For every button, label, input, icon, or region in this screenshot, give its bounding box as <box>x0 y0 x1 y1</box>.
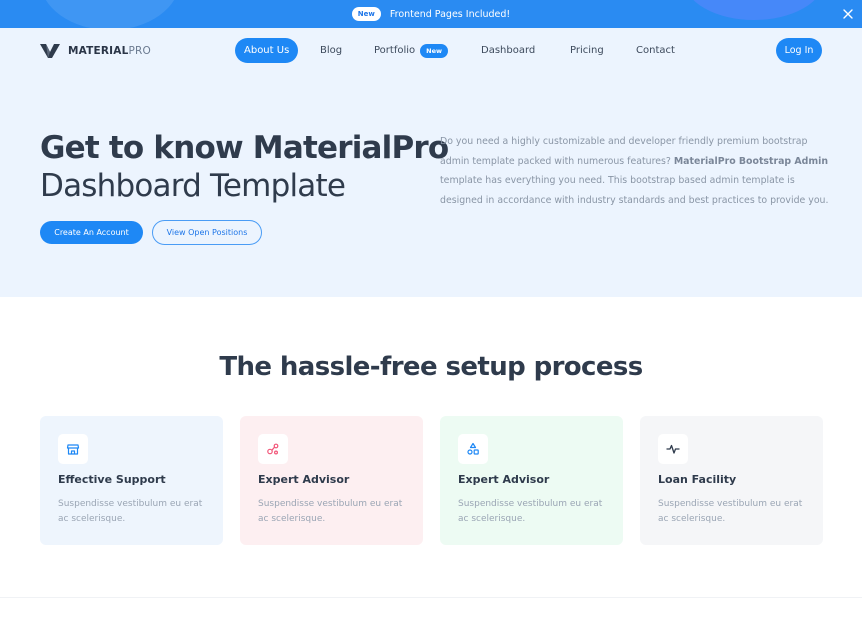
nav-item-about-us[interactable]: About Us <box>235 38 299 63</box>
login-button[interactable]: Log In <box>776 38 822 63</box>
feature-card-expert-advisor-2[interactable]: Expert Advisor Suspendisse vestibulum eu… <box>440 416 623 545</box>
card-title: Expert Advisor <box>258 473 350 486</box>
nav-item-pricing[interactable]: Pricing <box>570 38 604 63</box>
nav-item-dashboard[interactable]: Dashboard <box>481 38 535 63</box>
card-title: Loan Facility <box>658 473 737 486</box>
feature-card-expert-advisor[interactable]: Expert Advisor Suspendisse vestibulum eu… <box>240 416 423 545</box>
card-description: Suspendisse vestibulum eu erat ac sceler… <box>58 499 203 524</box>
shapes-icon <box>467 442 479 455</box>
store-icon <box>66 444 80 455</box>
hero-headline: Get to know MaterialPro <box>40 130 449 166</box>
section-divider <box>0 597 862 598</box>
announcement-message[interactable]: Frontend Pages Included! <box>390 9 510 20</box>
feature-card-effective-support[interactable]: Effective Support Suspendisse vestibulum… <box>40 416 223 545</box>
nav-item-blog[interactable]: Blog <box>320 38 342 63</box>
brand-name: MATERIALPRO <box>68 45 152 57</box>
activity-icon <box>666 444 680 454</box>
card-description: Suspendisse vestibulum eu erat ac sceler… <box>658 499 803 524</box>
brand-logo[interactable]: MATERIALPRO <box>40 43 151 59</box>
card-icon-box <box>458 434 488 464</box>
portfolio-new-badge: New <box>420 43 448 58</box>
card-title: Effective Support <box>58 473 166 486</box>
section-title: The hassle-free setup process <box>219 352 643 382</box>
close-icon[interactable] <box>842 8 854 20</box>
share-nodes-icon <box>267 443 279 455</box>
hero-subheadline: Dashboard Template <box>40 168 346 204</box>
card-description: Suspendisse vestibulum eu erat ac sceler… <box>458 499 603 524</box>
feature-card-loan-facility[interactable]: Loan Facility Suspendisse vestibulum eu … <box>640 416 823 545</box>
nav-item-contact[interactable]: Contact <box>636 38 675 63</box>
card-icon-box <box>658 434 688 464</box>
view-open-positions-button[interactable]: View Open Positions <box>152 220 262 245</box>
create-account-button[interactable]: Create An Account <box>40 221 143 244</box>
new-badge: New <box>351 7 381 21</box>
announcement-bar: New Frontend Pages Included! <box>0 0 862 28</box>
nav-item-portfolio[interactable]: Portfolio New <box>374 38 448 63</box>
materialpro-logo-icon <box>40 44 60 58</box>
card-description: Suspendisse vestibulum eu erat ac sceler… <box>258 499 403 524</box>
card-icon-box <box>58 434 88 464</box>
card-title: Expert Advisor <box>458 473 550 486</box>
hero-description: Do you need a highly customizable and de… <box>440 136 829 207</box>
card-icon-box <box>258 434 288 464</box>
